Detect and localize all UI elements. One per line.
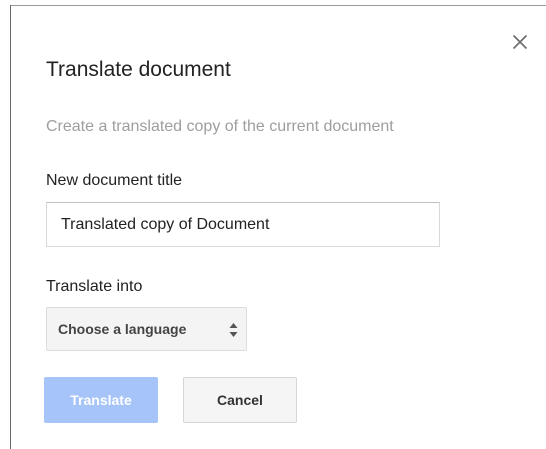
- translate-dialog: Translate document Create a translated c…: [0, 0, 546, 449]
- translate-into-label: Translate into: [46, 278, 143, 295]
- new-document-title-input[interactable]: [46, 202, 440, 247]
- close-icon: [512, 34, 528, 50]
- translate-button[interactable]: Translate: [44, 377, 158, 423]
- close-button[interactable]: [507, 29, 533, 55]
- updown-arrows-icon: [229, 323, 238, 337]
- language-select-value: Choose a language: [58, 321, 187, 337]
- dialog-subtitle: Create a translated copy of the current …: [46, 118, 394, 135]
- new-document-title-label: New document title: [46, 172, 183, 189]
- language-select[interactable]: Choose a language: [46, 307, 247, 351]
- dialog-left-border: [10, 5, 11, 449]
- dialog-title: Translate document: [46, 58, 231, 81]
- dialog-top-border: [10, 5, 546, 6]
- cancel-button[interactable]: Cancel: [183, 377, 297, 423]
